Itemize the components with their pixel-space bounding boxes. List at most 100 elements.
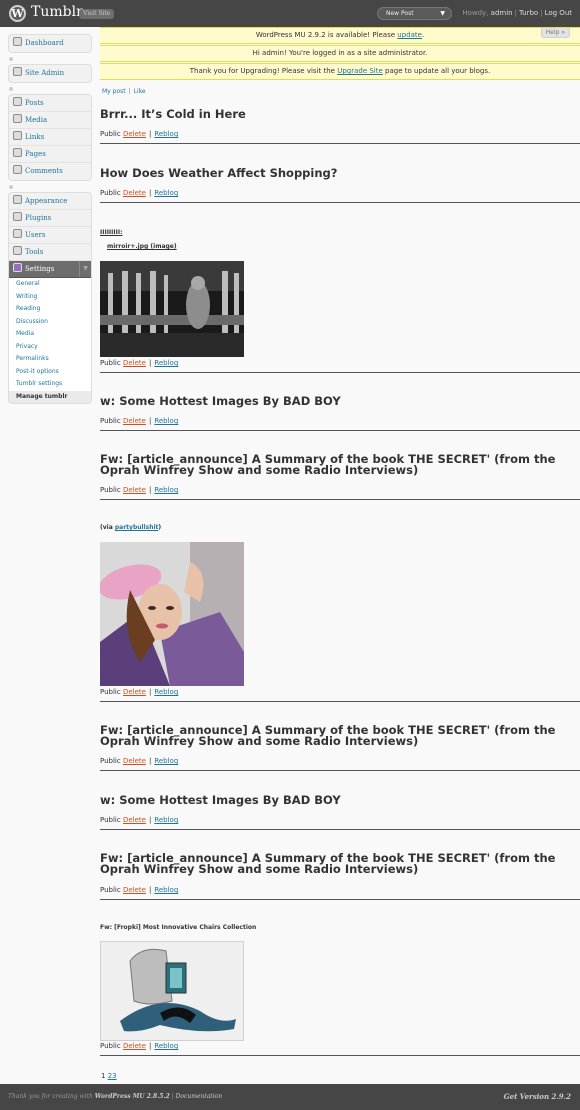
submenu-item-manage-tumblr[interactable]: Manage tumblr: [9, 390, 91, 403]
current-page: 1: [101, 1072, 106, 1080]
logout-link[interactable]: Log Out: [545, 9, 572, 17]
submenu-item-privacy[interactable]: Privacy: [9, 341, 91, 354]
submenu-item-general[interactable]: General: [9, 278, 91, 291]
submenu-item-media[interactable]: Media: [9, 328, 91, 341]
update-notice: WordPress MU 2.9.2 is available! Please …: [100, 27, 580, 44]
sidebar-item-comments[interactable]: Comments: [9, 163, 91, 180]
mirror-photo-image[interactable]: [100, 261, 244, 357]
home-icon: [13, 37, 22, 46]
post-title[interactable]: Fw: [article_announce] A Summary of the …: [100, 724, 570, 747]
submenu-item-permalinks[interactable]: Permalinks: [9, 353, 91, 366]
update-link[interactable]: update: [397, 31, 422, 39]
reblog-link[interactable]: Reblog: [154, 886, 178, 894]
reblog-link[interactable]: Reblog: [154, 757, 178, 765]
delete-link[interactable]: Delete: [123, 130, 146, 138]
post-meta: Public Delete | Reblog: [100, 757, 179, 765]
settings-icon: [13, 263, 22, 272]
delete-link[interactable]: Delete: [123, 816, 146, 824]
plugin-icon: [13, 212, 22, 221]
sidebar-item-pages[interactable]: Pages: [9, 146, 91, 163]
post-divider: [100, 1055, 580, 1056]
reblog-link[interactable]: Reblog: [154, 189, 178, 197]
admin-notice: Hi admin! You're logged in as a site adm…: [100, 45, 580, 62]
submenu-item-writing[interactable]: Writing: [9, 291, 91, 304]
menu-group-admin: Appearance Plugins Users Tools Settings ▼…: [8, 192, 92, 404]
reblog-link[interactable]: Reblog: [154, 816, 178, 824]
submenu-item-post-it-options[interactable]: Post-it options: [9, 366, 91, 379]
submenu-item-discussion[interactable]: Discussion: [9, 316, 91, 329]
post-meta: Public Delete | Reblog: [100, 816, 179, 824]
collapse-toggle-icon[interactable]: ▼: [79, 261, 91, 277]
sidebar-item-settings[interactable]: Settings ▼: [9, 261, 91, 278]
post-source-link[interactable]: IIIIIIIII:: [100, 229, 123, 236]
admin-header: W Tumblr Visit Site New Post ▼ Howdy, ad…: [0, 0, 580, 27]
reblog-link[interactable]: Reblog: [154, 359, 178, 367]
reblog-link[interactable]: Reblog: [154, 486, 178, 494]
delete-link[interactable]: Delete: [123, 189, 146, 197]
documentation-link[interactable]: Documentation: [176, 1093, 223, 1100]
post-title[interactable]: How Does Weather Affect Shopping?: [100, 167, 580, 179]
delete-link[interactable]: Delete: [123, 688, 146, 696]
like-link[interactable]: Like: [134, 88, 146, 95]
menu-group-dashboard: Dashboard: [8, 34, 92, 53]
reblog-link[interactable]: Reblog: [154, 417, 178, 425]
my-post-link[interactable]: My post: [102, 88, 126, 95]
submenu-item-reading[interactable]: Reading: [9, 303, 91, 316]
delete-link[interactable]: Delete: [123, 486, 146, 494]
media-icon: [13, 114, 22, 123]
admin-footer: Thank you for creating with WordPress MU…: [0, 1084, 580, 1110]
howdy-text: Howdy,: [462, 9, 489, 17]
post-divider: [100, 701, 580, 702]
sidebar-item-tools[interactable]: Tools: [9, 244, 91, 261]
sidebar-item-posts[interactable]: Posts: [9, 95, 91, 112]
pin-icon: [13, 97, 22, 106]
post-divider: [100, 202, 580, 203]
wordpress-logo-icon[interactable]: W: [9, 5, 26, 22]
reblog-link[interactable]: Reblog: [154, 1042, 178, 1050]
help-button[interactable]: Help »: [540, 28, 570, 38]
submenu-item-tumblr-settings[interactable]: Tumblr settings: [9, 378, 91, 391]
delete-link[interactable]: Delete: [123, 417, 146, 425]
menu-separator: [8, 86, 92, 94]
post-title[interactable]: Fw: [article_announce] A Summary of the …: [100, 453, 570, 476]
post-divider: [100, 430, 580, 431]
post-divider: [100, 143, 580, 144]
wordpress-link[interactable]: WordPress MU 2.8.5.2: [95, 1093, 170, 1100]
sidebar-item-plugins[interactable]: Plugins: [9, 210, 91, 227]
reblog-link[interactable]: Reblog: [154, 688, 178, 696]
reblog-link[interactable]: Reblog: [154, 130, 178, 138]
visit-site-button[interactable]: Visit Site: [79, 9, 115, 19]
dropdown-arrow-icon[interactable]: ▼: [440, 8, 445, 19]
post-title[interactable]: w: Some Hottest Images By BAD BOY: [100, 395, 580, 407]
fashion-photo-image[interactable]: [100, 542, 244, 686]
via-source-link[interactable]: partybullshit: [115, 524, 159, 531]
delete-link[interactable]: Delete: [123, 757, 146, 765]
post-title[interactable]: Fw: [Fropki] Most Innovative Chairs Coll…: [100, 924, 256, 931]
chair-photo-image[interactable]: [100, 941, 244, 1041]
sidebar-item-appearance[interactable]: Appearance: [9, 193, 91, 210]
sidebar-item-dashboard[interactable]: Dashboard: [9, 35, 91, 52]
post-title[interactable]: Fw: [article_announce] A Summary of the …: [100, 852, 570, 875]
sidebar-item-links[interactable]: Links: [9, 129, 91, 146]
sidebar-item-media[interactable]: Media: [9, 112, 91, 129]
via-line: (via partybullshit): [100, 524, 162, 531]
tools-icon: [13, 246, 22, 255]
post-title[interactable]: w: Some Hottest Images By BAD BOY: [100, 794, 580, 806]
upgrade-site-link[interactable]: Upgrade Site: [337, 67, 383, 75]
turbo-link[interactable]: Turbo: [519, 9, 538, 17]
image-caption-link[interactable]: mirroir+.jpg (image): [107, 243, 177, 250]
link-icon: [13, 131, 22, 140]
post-meta: Public Delete | Reblog: [100, 688, 179, 696]
new-post-dropdown[interactable]: New Post ▼: [377, 7, 452, 20]
sidebar-item-users[interactable]: Users: [9, 227, 91, 244]
delete-link[interactable]: Delete: [123, 1042, 146, 1050]
username-link[interactable]: admin: [491, 9, 513, 17]
delete-link[interactable]: Delete: [123, 359, 146, 367]
post-title[interactable]: Brrr... It’s Cold in Here: [100, 108, 580, 120]
delete-link[interactable]: Delete: [123, 886, 146, 894]
post-meta: Public Delete | Reblog: [100, 189, 179, 197]
menu-separator: [8, 56, 92, 64]
get-version-link[interactable]: Get Version 2.9.2: [504, 1084, 571, 1110]
sidebar-item-site-admin[interactable]: Site Admin: [9, 65, 91, 82]
next-page-link[interactable]: 23: [108, 1072, 117, 1080]
